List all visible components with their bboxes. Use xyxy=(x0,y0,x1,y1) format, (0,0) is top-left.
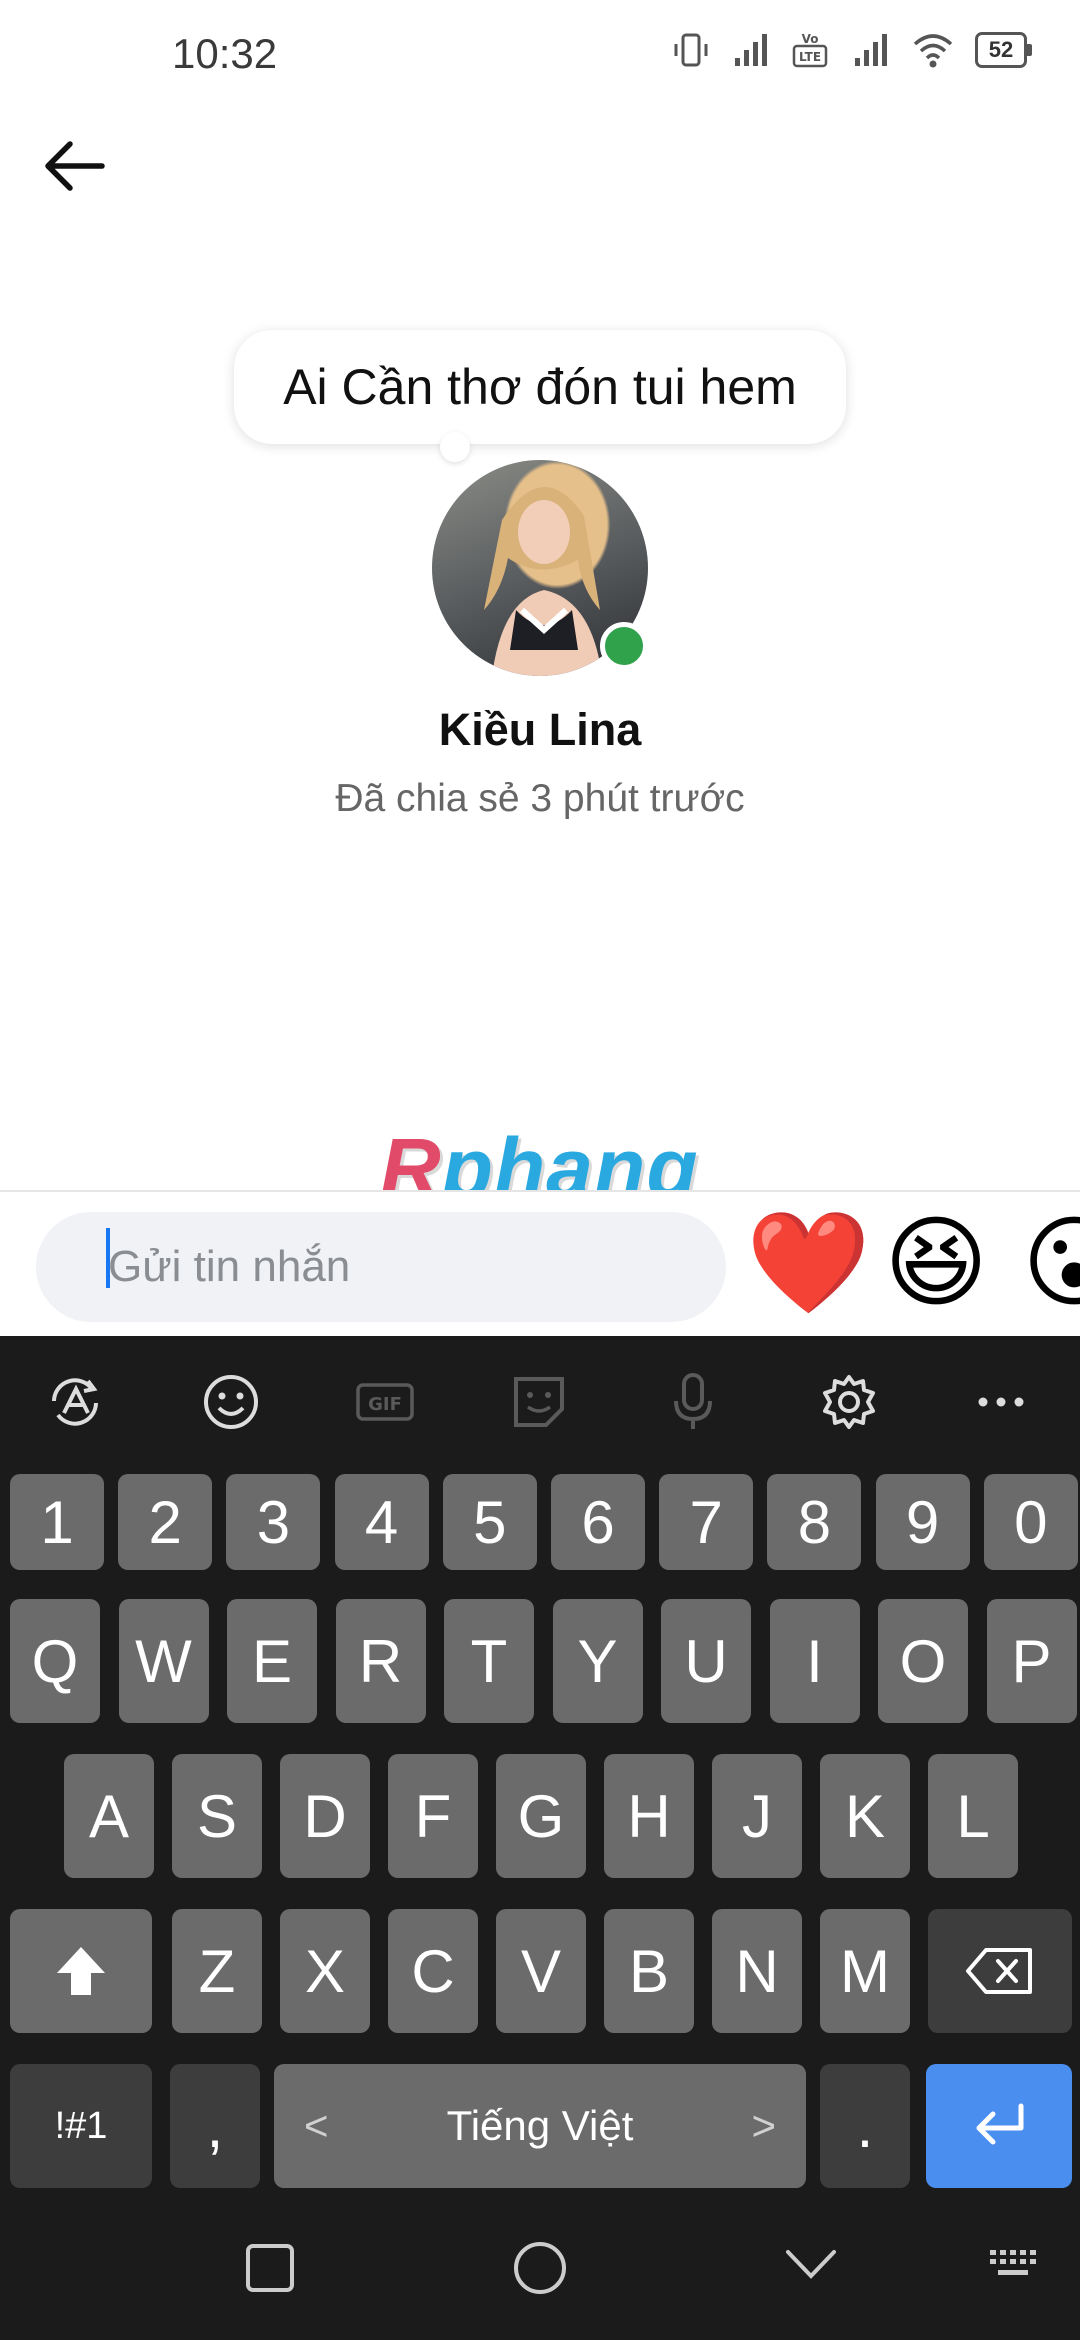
key-num-1[interactable]: 1 xyxy=(10,1474,104,1570)
space-key[interactable]: < Tiếng Việt > xyxy=(274,2064,806,2188)
key-num-9[interactable]: 9 xyxy=(875,1474,970,1570)
key-l[interactable]: L xyxy=(928,1754,1018,1878)
keyboard-switch-icon[interactable] xyxy=(988,2248,1038,2280)
key-num-0[interactable]: 0 xyxy=(983,1474,1078,1570)
note-bubble: Ai Cần thơ đón tui hem xyxy=(234,330,846,444)
key-u[interactable]: U xyxy=(661,1599,751,1723)
key-n[interactable]: N xyxy=(712,1909,802,2033)
shared-time: Đã chia sẻ 3 phút trước xyxy=(335,777,745,820)
chevron-right-icon: > xyxy=(751,2102,776,2149)
status-icons: LTE Vo 52 xyxy=(671,30,1032,70)
backspace-key[interactable] xyxy=(928,1909,1072,2033)
more-icon[interactable] xyxy=(970,1371,1032,1433)
key-num-5[interactable]: 5 xyxy=(442,1474,537,1570)
back-arrow-icon[interactable] xyxy=(40,136,110,196)
key-num-3[interactable]: 3 xyxy=(226,1474,321,1570)
svg-text:LTE: LTE xyxy=(799,50,821,64)
message-input[interactable] xyxy=(36,1212,726,1322)
key-z[interactable]: Z xyxy=(172,1909,262,2033)
volte-icon: LTE Vo xyxy=(792,32,828,68)
key-e[interactable]: E xyxy=(227,1599,317,1723)
key-v[interactable]: V xyxy=(496,1909,586,2033)
key-c[interactable]: C xyxy=(388,1909,478,2033)
key-m[interactable]: M xyxy=(820,1909,910,2033)
key-b[interactable]: B xyxy=(604,1909,694,2033)
wifi-icon xyxy=(913,34,953,68)
hide-keyboard-icon[interactable] xyxy=(784,2246,838,2282)
text-recognition-icon[interactable] xyxy=(44,1371,106,1433)
shift-arrow-icon xyxy=(57,1947,105,1995)
key-num-6[interactable]: 6 xyxy=(551,1474,645,1570)
key-h[interactable]: H xyxy=(604,1754,694,1878)
signal-icon xyxy=(735,34,767,66)
keyboard-toolbar: GIF xyxy=(0,1336,1080,1466)
key-w[interactable]: W xyxy=(118,1599,209,1723)
sticker-icon[interactable] xyxy=(508,1371,570,1433)
wow-reaction[interactable]: 😮 xyxy=(1022,1208,1080,1318)
battery-icon: 52 xyxy=(975,32,1032,68)
svg-text:GIF: GIF xyxy=(368,1394,402,1415)
vibrate-icon xyxy=(674,33,708,67)
message-composer: ❤️ 😆 😮 xyxy=(0,1190,1080,1337)
shift-key[interactable] xyxy=(10,1909,152,2033)
key-d[interactable]: D xyxy=(280,1754,370,1878)
key-k[interactable]: K xyxy=(820,1754,910,1878)
symbols-key[interactable]: !#1 xyxy=(10,2064,152,2188)
key-r[interactable]: R xyxy=(335,1599,426,1723)
thought-dot xyxy=(440,432,470,462)
key-y[interactable]: Y xyxy=(552,1599,643,1723)
signal-icon-2 xyxy=(855,34,887,66)
microphone-icon[interactable] xyxy=(662,1371,724,1433)
laugh-reaction[interactable]: 😆 xyxy=(884,1208,988,1318)
key-f[interactable]: F xyxy=(388,1754,478,1878)
key-num-8[interactable]: 8 xyxy=(767,1474,862,1570)
heart-reaction[interactable]: ❤️ xyxy=(746,1208,871,1318)
enter-arrow-icon xyxy=(976,2103,1024,2145)
enter-key[interactable] xyxy=(926,2064,1072,2188)
emoji-icon[interactable] xyxy=(200,1371,262,1433)
recents-icon[interactable] xyxy=(244,2242,296,2294)
chevron-left-icon: < xyxy=(304,2102,329,2149)
key-num-4[interactable]: 4 xyxy=(334,1474,429,1570)
backspace-icon xyxy=(966,1948,1032,1994)
key-j[interactable]: J xyxy=(712,1754,802,1878)
settings-gear-icon[interactable] xyxy=(818,1371,880,1433)
key-q[interactable]: Q xyxy=(10,1599,100,1723)
key-g[interactable]: G xyxy=(496,1754,586,1878)
key-x[interactable]: X xyxy=(280,1909,370,2033)
period-key[interactable]: . xyxy=(820,2064,910,2188)
status-time: 10:32 xyxy=(172,30,278,77)
profile-name: Kiều Lina xyxy=(438,704,642,755)
note-text: Ai Cần thơ đón tui hem xyxy=(283,359,797,415)
key-i[interactable]: I xyxy=(769,1599,860,1723)
home-icon[interactable] xyxy=(512,2240,568,2296)
key-s[interactable]: S xyxy=(172,1754,262,1878)
key-t[interactable]: T xyxy=(444,1599,534,1723)
key-p[interactable]: P xyxy=(986,1599,1077,1723)
navigation-bar xyxy=(0,2200,1080,2340)
key-o[interactable]: O xyxy=(878,1599,968,1723)
svg-text:Vo: Vo xyxy=(802,32,819,46)
online-status-dot xyxy=(600,622,648,670)
comma-key[interactable]: , xyxy=(170,2064,260,2188)
key-num-2[interactable]: 2 xyxy=(118,1474,213,1570)
space-key-label: Tiếng Việt xyxy=(446,2102,634,2149)
key-num-7[interactable]: 7 xyxy=(659,1474,754,1570)
text-cursor xyxy=(106,1228,110,1288)
key-a[interactable]: A xyxy=(64,1754,154,1878)
gif-icon[interactable]: GIF xyxy=(354,1371,416,1433)
keyboard: GIF 1234567890 QWERTYUIOP ASDFGHJKL ZXCVBNM… xyxy=(0,1336,1080,2340)
status-bar: 10:32 LTE Vo 52 xyxy=(0,0,1080,110)
battery-level: 52 xyxy=(975,32,1027,68)
